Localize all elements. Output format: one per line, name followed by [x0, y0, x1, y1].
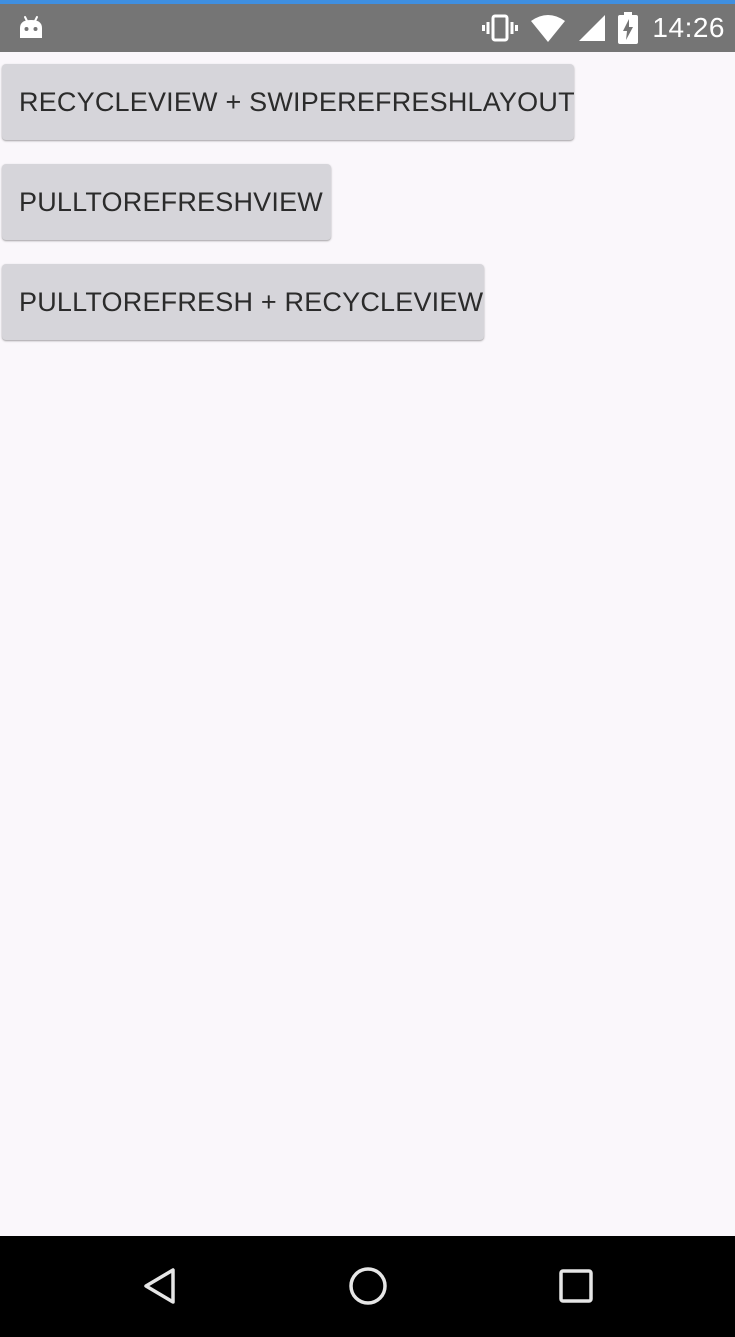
back-button[interactable] — [136, 1264, 184, 1312]
vibrate-icon — [482, 13, 519, 43]
pulltorefresh-recycleview-button[interactable]: PULLTOREFRESH + RECYCLEVIEW — [2, 264, 484, 340]
status-bar: 14:26 — [0, 4, 735, 52]
android-icon — [18, 14, 44, 40]
recycleview-swiperefreshlayout-button[interactable]: RECYCLEVIEW + SWIPEREFRESHLAYOUT — [2, 64, 575, 140]
main-content: RECYCLEVIEW + SWIPEREFRESHLAYOUT PULLTOR… — [0, 52, 735, 1236]
home-button[interactable] — [344, 1264, 392, 1312]
recents-icon — [557, 1267, 595, 1310]
back-icon — [140, 1266, 180, 1311]
home-icon — [347, 1265, 389, 1312]
cell-signal-icon — [578, 13, 606, 43]
battery-charging-icon — [618, 12, 639, 44]
status-time: 14:26 — [652, 12, 725, 43]
navigation-bar — [0, 1236, 735, 1337]
pulltorefreshview-button[interactable]: PULLTOREFRESHVIEW — [2, 164, 331, 240]
recents-button[interactable] — [552, 1264, 600, 1312]
wifi-icon — [530, 13, 566, 43]
